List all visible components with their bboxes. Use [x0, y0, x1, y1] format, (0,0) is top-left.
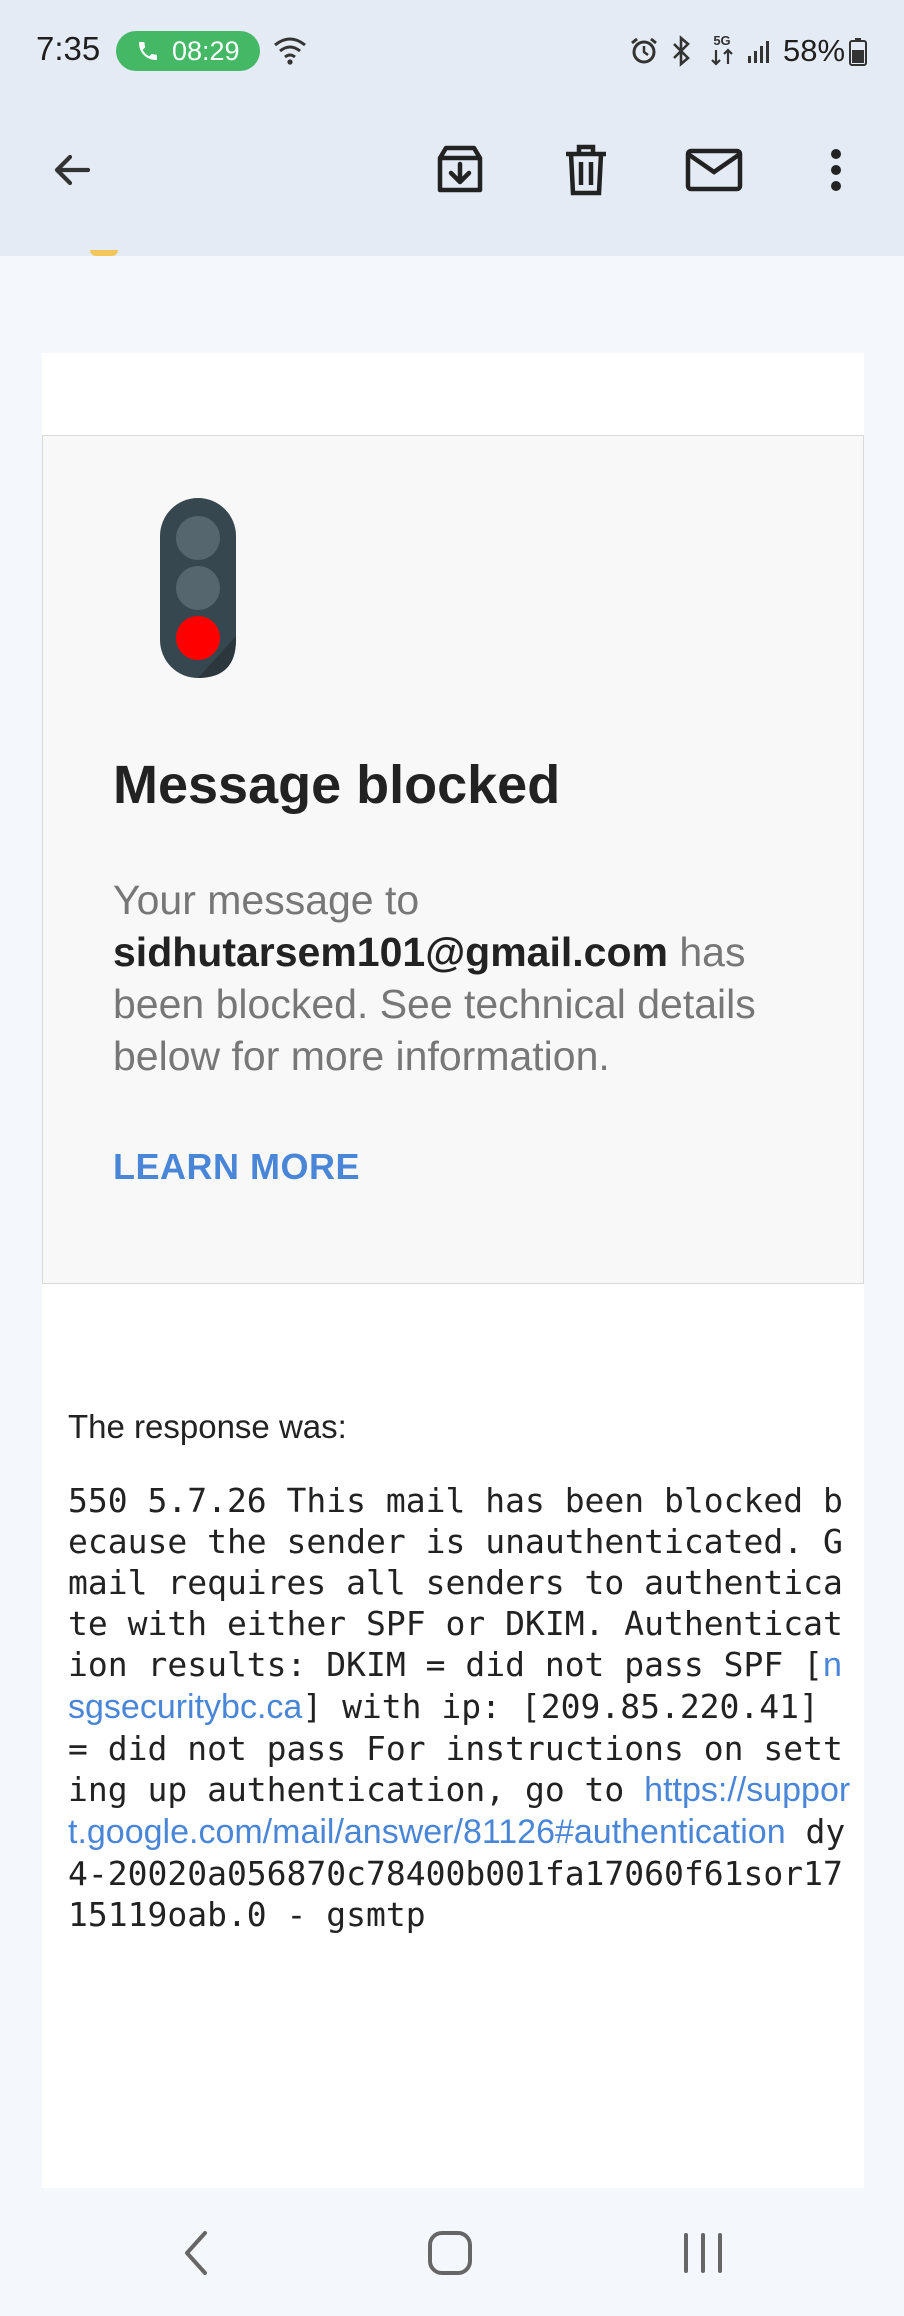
- alarm-icon: [631, 37, 657, 64]
- notice-message-prefix: Your message to: [113, 877, 420, 923]
- more-options-button[interactable]: [796, 130, 876, 210]
- trash-icon: [566, 144, 606, 196]
- bluetooth-icon: [673, 35, 690, 67]
- battery-percent: 58%: [783, 33, 846, 68]
- nav-back-icon: [185, 2231, 207, 2275]
- nav-recents-button[interactable]: [663, 2220, 743, 2286]
- mail-icon: [685, 148, 743, 192]
- call-duration: 08:29: [172, 35, 240, 66]
- delete-button[interactable]: [546, 130, 626, 210]
- nav-back-button[interactable]: [156, 2220, 236, 2286]
- notice-title: Message blocked: [113, 755, 561, 815]
- response-label: The response was:: [68, 1408, 347, 1445]
- traffic-light-icon: [160, 498, 236, 678]
- home-icon: [428, 2231, 472, 2275]
- recents-icon: [684, 2233, 722, 2273]
- phone-icon: [139, 42, 157, 60]
- system-navigation-bar: [0, 2190, 904, 2316]
- recipient-address: sidhutarsem101@gmail.com: [113, 929, 668, 975]
- wifi-icon: [274, 37, 306, 65]
- mark-unread-button[interactable]: [674, 130, 754, 210]
- ongoing-call-chip[interactable]: 08:29: [116, 31, 260, 71]
- notice-message: Your message to sidhutarsem101@gmail.com…: [113, 874, 833, 1082]
- learn-more-link[interactable]: LEARN MORE: [113, 1146, 360, 1188]
- battery-icon: [849, 38, 867, 66]
- message-blocked-notice: Message blocked Your message to sidhutar…: [42, 435, 864, 1284]
- nav-home-button[interactable]: [410, 2220, 490, 2286]
- status-time: 7:35: [36, 30, 101, 67]
- signal-strength-icon: [748, 41, 769, 63]
- status-bar: 7:35 08:29 5G 58%: [0, 0, 904, 100]
- back-arrow-icon: [54, 154, 91, 186]
- 5g-data-icon: 5G: [711, 33, 733, 66]
- back-button[interactable]: [32, 130, 112, 210]
- email-toolbar: [0, 100, 904, 256]
- sender-avatar[interactable]: [90, 250, 118, 256]
- network-label: 5G: [713, 33, 730, 48]
- smtp-response: 550 5.7.26 This mail has been blocked be…: [68, 1480, 858, 1935]
- archive-icon: [437, 145, 483, 193]
- archive-button[interactable]: [420, 130, 500, 210]
- more-vert-icon: [831, 149, 841, 191]
- response-text-1: 550 5.7.26 This mail has been blocked be…: [68, 1481, 843, 1684]
